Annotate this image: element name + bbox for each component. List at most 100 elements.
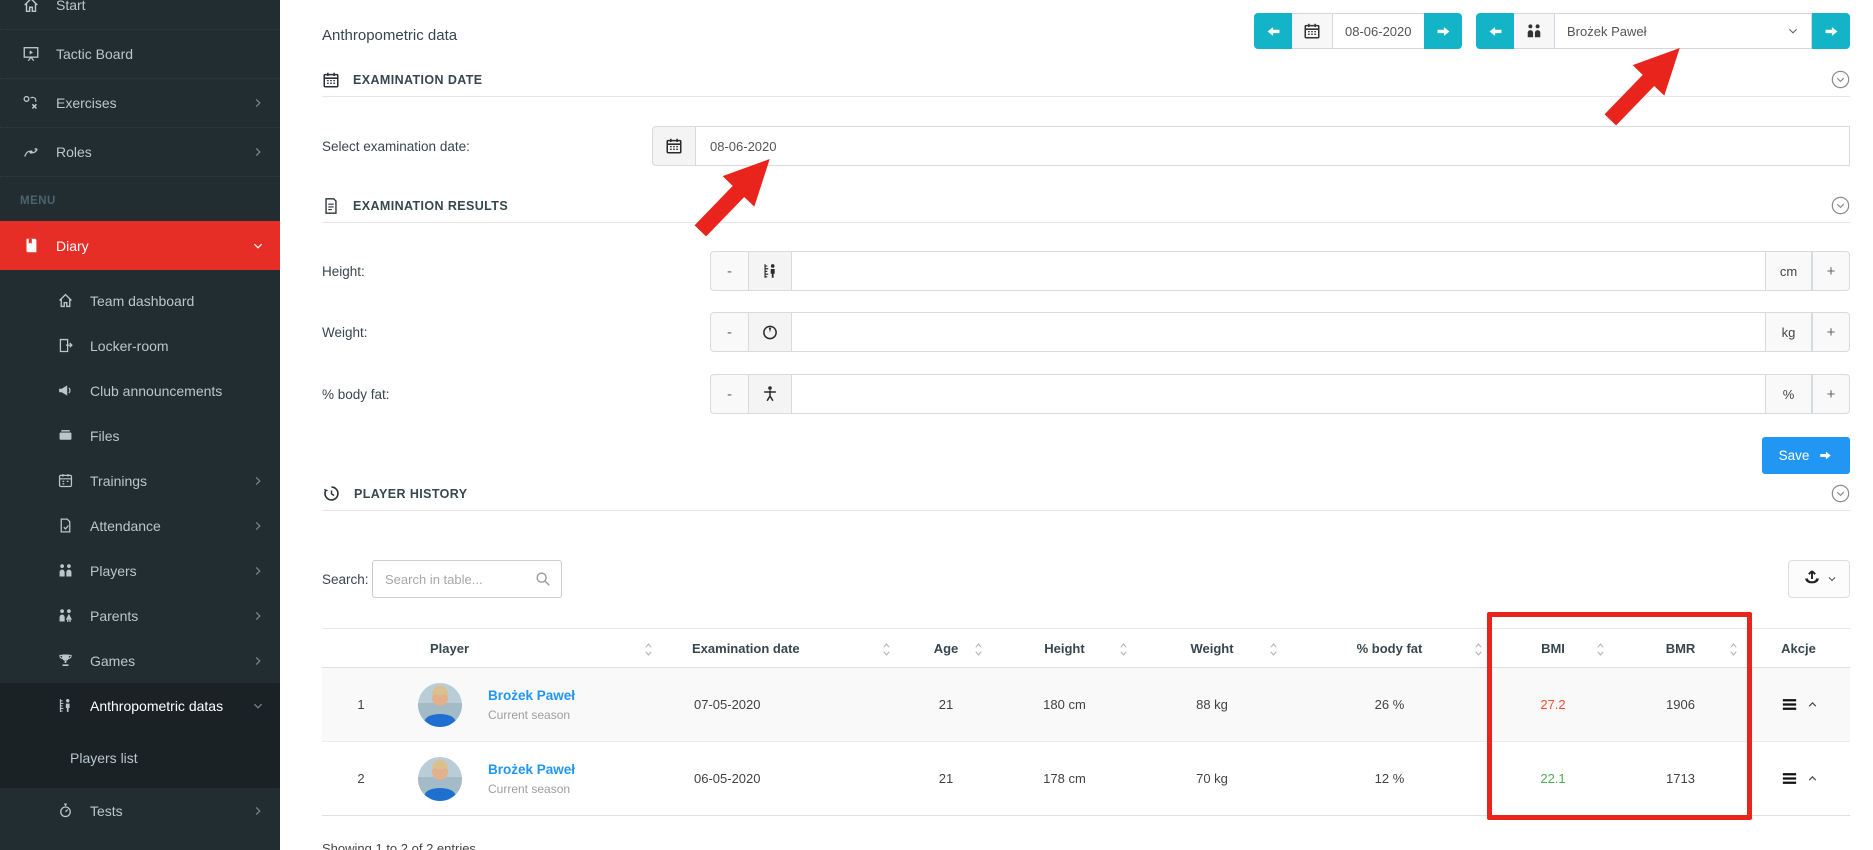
age-cell: 21: [900, 668, 992, 741]
bmi-cell: 22.1: [1492, 742, 1614, 815]
sort-icon[interactable]: [1473, 641, 1484, 658]
player-prev-button[interactable]: [1476, 13, 1514, 49]
date-next-button[interactable]: [1424, 13, 1462, 49]
field-label: Select examination date:: [322, 139, 652, 154]
bmi-header[interactable]: BMI: [1492, 629, 1614, 667]
exam-date-cell: 06-05-2020: [662, 742, 900, 815]
weight-input[interactable]: [792, 312, 1766, 352]
chevron-right-icon: [252, 146, 264, 158]
sidebar-item-diary[interactable]: Diary: [0, 221, 280, 270]
examination-date-header: EXAMINATION DATE: [322, 70, 1850, 89]
examination-date-input[interactable]: [696, 126, 1850, 166]
player-link[interactable]: Brożek Paweł: [488, 762, 575, 777]
row-actions-button[interactable]: [1780, 769, 1818, 788]
sidebar-active-section: Anthropometric datas Players list: [0, 683, 280, 788]
height-icon: [748, 251, 792, 291]
export-button[interactable]: [1788, 560, 1850, 598]
player-avatar: [418, 683, 462, 727]
sidebar-item-team-dashboard[interactable]: Team dashboard: [0, 278, 280, 323]
body-fat-input[interactable]: [792, 374, 1766, 414]
increment-button[interactable]: +: [1812, 251, 1850, 291]
player-select-value: Brożek Paweł: [1567, 24, 1646, 39]
chevron-down-icon: [1787, 25, 1799, 37]
table-controls: Search:: [322, 560, 1850, 598]
sidebar-item-attendance[interactable]: Attendance: [0, 503, 280, 548]
anthropometric-icon: [55, 697, 75, 714]
sort-icon[interactable]: [1728, 641, 1739, 658]
sort-icon[interactable]: [1118, 641, 1129, 658]
body-fat-icon: [748, 374, 792, 414]
player-next-button[interactable]: [1812, 13, 1850, 49]
chevron-right-icon: [252, 475, 264, 487]
age-header[interactable]: Age: [900, 629, 992, 667]
save-button[interactable]: Save: [1762, 437, 1850, 474]
sort-icon[interactable]: [973, 641, 984, 658]
player-select[interactable]: Brożek Paweł: [1554, 13, 1812, 49]
weight-unit: kg: [1766, 312, 1812, 352]
section-title: PLAYER HISTORY: [354, 487, 468, 501]
decrement-button[interactable]: -: [710, 312, 748, 352]
height-row: Height: - cm +: [322, 251, 1850, 291]
players-icon: [1514, 13, 1554, 49]
decrement-button[interactable]: -: [710, 251, 748, 291]
sidebar-item-tests[interactable]: Tests: [0, 788, 280, 833]
sidebar-item-parents[interactable]: Parents: [0, 593, 280, 638]
player-link[interactable]: Brożek Paweł: [488, 688, 575, 703]
sidebar-item-games[interactable]: Games: [0, 638, 280, 683]
height-header[interactable]: Height: [992, 629, 1137, 667]
field-label: Weight:: [322, 325, 710, 340]
sidebar-item-tactic-board[interactable]: Tactic Board: [0, 30, 280, 79]
sidebar-item-players-list[interactable]: Players list: [0, 728, 280, 788]
sidebar-item-club-announcements[interactable]: Club announcements: [0, 368, 280, 413]
sidebar-item-roles[interactable]: Roles: [0, 128, 280, 177]
bmr-header[interactable]: BMR: [1614, 629, 1747, 667]
sidebar-item-exercises[interactable]: Exercises: [0, 79, 280, 128]
sidebar-item-files[interactable]: Files: [0, 413, 280, 458]
sidebar-item-start[interactable]: Start: [0, 0, 280, 30]
table-row: 1 Brożek Paweł Current season 07-05-2020…: [322, 668, 1850, 742]
sidebar-item-players[interactable]: Players: [0, 548, 280, 593]
height-input[interactable]: [792, 251, 1766, 291]
table-header-row: Player Examination date Age Height Weigh…: [322, 628, 1850, 668]
player-history-header: PLAYER HISTORY: [322, 484, 1850, 503]
arrow-right-icon: [1823, 23, 1840, 40]
home-icon: [55, 292, 75, 309]
parents-icon: [55, 607, 75, 624]
collapse-section-button[interactable]: [1831, 484, 1850, 503]
sidebar-item-trainings[interactable]: Trainings: [0, 458, 280, 503]
row-actions-button[interactable]: [1780, 695, 1818, 714]
row-index: 2: [322, 742, 400, 815]
calendar-icon: [1292, 13, 1332, 49]
exam-date-header[interactable]: Examination date: [662, 629, 900, 667]
body-fat-header[interactable]: % body fat: [1287, 629, 1492, 667]
weight-cell: 88 kg: [1137, 668, 1287, 741]
chevron-right-icon: [252, 805, 264, 817]
actions-header: Akcje: [1747, 629, 1850, 667]
body-fat-row: % body fat: - % +: [322, 374, 1850, 414]
calendar-icon: [322, 71, 340, 89]
body-fat-unit: %: [1766, 374, 1812, 414]
decrement-button[interactable]: -: [710, 374, 748, 414]
table-info-text: Showing 1 to 2 of 2 entries: [322, 841, 476, 850]
toolbar-date-input[interactable]: [1332, 13, 1424, 49]
weight-header[interactable]: Weight: [1137, 629, 1287, 667]
bmr-cell: 1713: [1614, 742, 1747, 815]
sidebar-item-label: Team dashboard: [90, 293, 194, 309]
sidebar-item-locker-room[interactable]: Locker-room: [0, 323, 280, 368]
sort-icon[interactable]: [881, 641, 892, 658]
player-navigator: Brożek Paweł: [1476, 13, 1850, 49]
sort-icon[interactable]: [1268, 641, 1279, 658]
sort-icon[interactable]: [643, 641, 654, 658]
collapse-section-button[interactable]: [1831, 70, 1850, 89]
increment-button[interactable]: +: [1812, 312, 1850, 352]
sort-icon[interactable]: [1595, 641, 1606, 658]
sidebar-item-label: Attendance: [90, 518, 161, 534]
sidebar-item-anthropometric-datas[interactable]: Anthropometric datas: [0, 683, 280, 728]
body-fat-cell: 26 %: [1287, 668, 1492, 741]
player-header[interactable]: Player: [400, 629, 662, 667]
height-unit: cm: [1766, 251, 1812, 291]
increment-button[interactable]: +: [1812, 374, 1850, 414]
date-prev-button[interactable]: [1254, 13, 1292, 49]
sidebar-item-label: Parents: [90, 608, 138, 624]
collapse-section-button[interactable]: [1831, 196, 1850, 215]
